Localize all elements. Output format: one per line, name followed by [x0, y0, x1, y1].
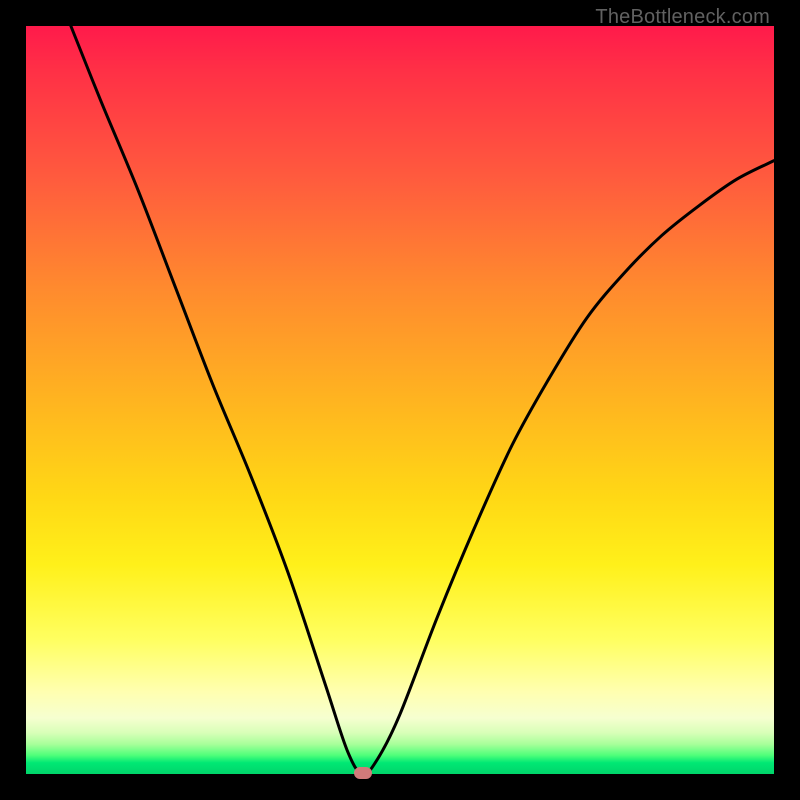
plot-area [26, 26, 774, 774]
chart-container: TheBottleneck.com [0, 0, 800, 800]
bottleneck-curve-path [71, 26, 774, 774]
curve-svg [26, 26, 774, 774]
minimum-marker [354, 767, 372, 779]
